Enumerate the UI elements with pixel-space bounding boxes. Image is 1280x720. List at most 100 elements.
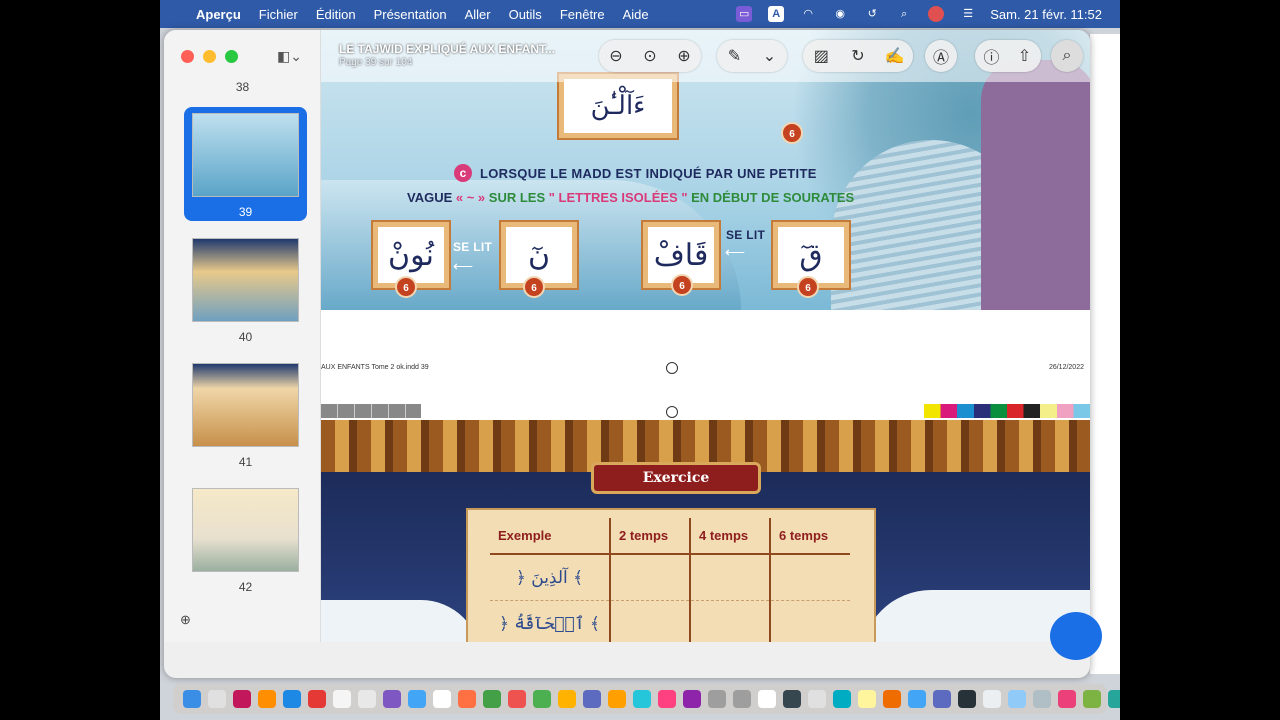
dock-app-icon[interactable]	[607, 690, 626, 708]
annotate-icon[interactable]: Ⓐ	[926, 41, 956, 71]
dock-app-icon[interactable]	[507, 690, 526, 708]
dock-app-icon[interactable]	[557, 690, 576, 708]
dock-app-icon[interactable]	[457, 690, 476, 708]
minimize-button[interactable]	[203, 50, 216, 63]
zoom-in-icon[interactable]: ⊕	[669, 41, 699, 71]
menu-app-name[interactable]: Aperçu	[196, 7, 241, 22]
col-6-temps: 6 temps	[770, 518, 850, 555]
dock-app-icon[interactable]	[657, 690, 676, 708]
control-center-icon[interactable]: ☰	[960, 6, 976, 22]
dock-app-icon[interactable]	[882, 690, 901, 708]
app-status-icon[interactable]	[928, 6, 945, 22]
dock-app-icon[interactable]	[382, 690, 401, 708]
zoom-out-icon[interactable]: ⊖	[601, 41, 631, 71]
dock-app-icon[interactable]	[182, 690, 201, 708]
menu-edition[interactable]: Édition	[316, 7, 356, 22]
dock-app-icon[interactable]	[582, 690, 601, 708]
dock-app-icon[interactable]	[257, 690, 276, 708]
thumbnail-page-40[interactable]: 40	[184, 232, 307, 346]
dock-app-icon[interactable]	[482, 690, 501, 708]
menu-fenetre[interactable]: Fenêtre	[560, 7, 605, 22]
registration-mark-icon	[666, 406, 678, 418]
menu-aide[interactable]: Aide	[623, 7, 649, 22]
se-lit-label: SE LIT	[726, 228, 766, 242]
close-button[interactable]	[181, 50, 194, 63]
share-icon[interactable]: ⇧	[1010, 41, 1040, 71]
dock-app-icon[interactable]	[307, 690, 326, 708]
answer-cell[interactable]	[690, 600, 771, 642]
dock-app-icon[interactable]	[807, 690, 826, 708]
dock-app-icon[interactable]	[1007, 690, 1026, 708]
clock[interactable]: Sam. 21 févr. 11:52	[990, 7, 1102, 22]
dock-app-icon[interactable]	[682, 690, 701, 708]
dock-app-icon[interactable]	[532, 690, 551, 708]
rotate-icon[interactable]: ↻	[843, 41, 873, 71]
dock-app-icon[interactable]	[732, 690, 751, 708]
menu-presentation[interactable]: Présentation	[374, 7, 447, 22]
wifi-icon[interactable]: ◠	[800, 6, 816, 22]
markup-pen-icon[interactable]: ✎	[720, 41, 750, 71]
signature-icon[interactable]: ✍	[880, 41, 910, 71]
document-view[interactable]: ءَآلْـٰٔنَ 6 c LORSQUE LE MADD EST INDIQ…	[321, 30, 1090, 642]
chevron-down-icon[interactable]: ⌄	[755, 41, 785, 71]
exercise-table: Exemple 2 temps 4 temps 6 temps ﴿ آلذِين…	[490, 518, 850, 642]
menu-fichier[interactable]: Fichier	[259, 7, 298, 22]
shapes-icon[interactable]: ▨	[806, 41, 836, 71]
dock-app-icon[interactable]	[982, 690, 1001, 708]
menu-aller[interactable]: Aller	[465, 7, 491, 22]
badge-6-temps: 6	[797, 276, 819, 298]
dock-app-icon[interactable]	[832, 690, 851, 708]
thumbnail-label: 39	[238, 205, 253, 219]
dock-app-icon[interactable]	[782, 690, 801, 708]
menu-outils[interactable]: Outils	[509, 7, 542, 22]
dock-app-icon[interactable]	[232, 690, 251, 708]
edit-controls: ▨ ↻ ✍	[803, 40, 913, 72]
dock-app-icon[interactable]	[282, 690, 301, 708]
col-exemple: Exemple	[490, 518, 611, 555]
rule-tilde: « ~ »	[455, 190, 486, 205]
spotlight-icon[interactable]: ⌕	[896, 6, 912, 22]
dock-app-icon[interactable]	[757, 690, 776, 708]
zoom-button[interactable]	[225, 50, 238, 63]
exercice-banner: Exercice	[591, 462, 761, 494]
user-icon[interactable]: ◉	[832, 6, 848, 22]
arrow-left-icon: ⟵	[453, 258, 474, 274]
thumbnail-page-39[interactable]: 39	[184, 107, 307, 221]
floating-chat-icon[interactable]	[1050, 612, 1102, 660]
dock-app-icon[interactable]	[857, 690, 876, 708]
search-icon[interactable]: ⌕	[1052, 41, 1082, 71]
time-machine-icon[interactable]: ↺	[864, 6, 880, 22]
sidebar-toggle-icon[interactable]: ◧⌄	[277, 48, 302, 65]
annotate-control: Ⓐ	[925, 40, 957, 72]
dock-app-icon[interactable]	[432, 690, 451, 708]
add-page-icon[interactable]: ⊕	[180, 612, 191, 628]
dock-app-icon[interactable]	[707, 690, 726, 708]
badge-6-temps: 6	[671, 274, 693, 296]
dock-app-icon[interactable]	[957, 690, 976, 708]
dock-app-icon[interactable]	[1082, 690, 1101, 708]
thumbnail-label[interactable]: 38	[164, 80, 321, 94]
table-header-row: Exemple 2 temps 4 temps 6 temps	[490, 518, 850, 555]
dock-app-icon[interactable]	[357, 690, 376, 708]
answer-cell[interactable]	[770, 600, 850, 642]
dock-app-icon[interactable]	[332, 690, 351, 708]
dock-app-icon[interactable]	[207, 690, 226, 708]
dock-app-icon[interactable]	[1057, 690, 1076, 708]
dock-app-icon[interactable]	[907, 690, 926, 708]
zoom-fit-icon[interactable]: ⊙	[635, 41, 665, 71]
page-40: Exercice Exemple 2 temps 4 temps 6 temps…	[321, 420, 1090, 642]
dock-app-icon[interactable]	[407, 690, 426, 708]
thumbnail-page-42[interactable]: 42	[184, 482, 307, 596]
dock-app-icon[interactable]	[1032, 690, 1051, 708]
answer-cell[interactable]	[610, 554, 691, 601]
answer-cell[interactable]	[690, 554, 771, 601]
answer-cell[interactable]	[610, 600, 691, 642]
input-source-icon[interactable]: A	[768, 6, 785, 22]
dock-app-icon[interactable]	[932, 690, 951, 708]
answer-cell[interactable]	[770, 554, 850, 601]
thumbnail-page-41[interactable]: 41	[184, 357, 307, 471]
info-icon[interactable]: ⓘ	[977, 41, 1007, 71]
screen-record-icon[interactable]: ▭	[736, 6, 753, 22]
dock-app-icon[interactable]	[632, 690, 651, 708]
dock-app-icon[interactable]	[1107, 690, 1120, 708]
